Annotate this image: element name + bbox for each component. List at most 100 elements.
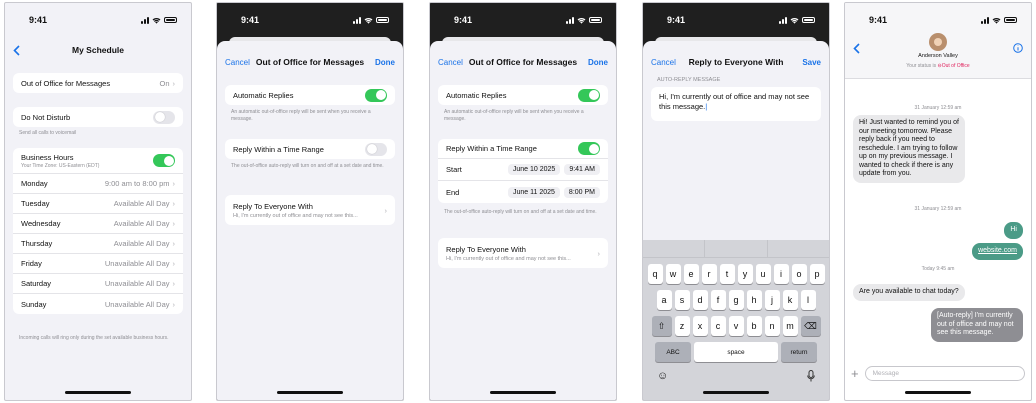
key-o[interactable]: o bbox=[791, 264, 807, 284]
info-icon[interactable] bbox=[1013, 43, 1023, 53]
status-bar: 9:41 bbox=[643, 3, 829, 37]
key-m[interactable]: m bbox=[782, 316, 798, 336]
key-y[interactable]: y bbox=[737, 264, 753, 284]
battery-icon bbox=[1004, 17, 1017, 23]
key-z[interactable]: z bbox=[674, 316, 690, 336]
day-row-saturday[interactable]: Saturday Unavailable All Day › bbox=[13, 274, 183, 294]
status-bar: 9:41 bbox=[5, 3, 191, 37]
cancel-button[interactable]: Cancel bbox=[438, 58, 463, 67]
day-row-thursday[interactable]: Thursday Available All Day › bbox=[13, 234, 183, 254]
day-row-friday[interactable]: Friday Unavailable All Day › bbox=[13, 254, 183, 274]
key-t[interactable]: t bbox=[719, 264, 735, 284]
battery-icon bbox=[164, 17, 177, 23]
key-j[interactable]: j bbox=[764, 290, 780, 310]
incoming-message[interactable]: Hi! Just wanted to remind you of our mee… bbox=[853, 115, 965, 183]
incoming-message[interactable]: Are you available to chat today? bbox=[853, 284, 965, 301]
return-key[interactable]: return bbox=[781, 342, 817, 362]
key-g[interactable]: g bbox=[728, 290, 744, 310]
wifi-icon bbox=[790, 17, 799, 24]
key-r[interactable]: r bbox=[701, 264, 717, 284]
done-button[interactable]: Done bbox=[588, 58, 608, 67]
sheet-nav: Cancel Out of Office for Messages Done bbox=[217, 49, 403, 75]
key-n[interactable]: n bbox=[764, 316, 780, 336]
time-range-row: Reply Within a Time Range bbox=[438, 139, 608, 159]
time-range-group: Reply Within a Time Range Start June 10 … bbox=[438, 139, 608, 203]
key-k[interactable]: k bbox=[782, 290, 798, 310]
business-hours-toggle[interactable] bbox=[153, 154, 175, 167]
auto-replies-note: An automatic out-of-office reply will be… bbox=[444, 109, 584, 122]
key-s[interactable]: s bbox=[674, 290, 690, 310]
day-row-monday[interactable]: Monday 9:00 am to 8:00 pm › bbox=[13, 174, 183, 194]
signal-icon bbox=[981, 16, 989, 24]
key-f[interactable]: f bbox=[710, 290, 726, 310]
key-a[interactable]: a bbox=[656, 290, 672, 310]
auto-replies-toggle[interactable] bbox=[365, 88, 387, 102]
auto-replies-toggle[interactable] bbox=[578, 88, 600, 102]
cancel-button[interactable]: Cancel bbox=[225, 58, 250, 67]
end-date-picker[interactable]: June 11 2025 bbox=[508, 186, 560, 198]
home-indicator bbox=[277, 391, 343, 394]
status-icons bbox=[981, 16, 1017, 24]
delete-icon[interactable]: ⌫ bbox=[800, 316, 821, 336]
save-button[interactable]: Save bbox=[802, 58, 821, 67]
done-button[interactable]: Done bbox=[375, 58, 395, 67]
phone-messages: 9:41 Anderson Valley Your status is ⊖Out… bbox=[844, 2, 1032, 401]
business-hours-label: Business Hours bbox=[21, 152, 74, 162]
time-range-toggle[interactable] bbox=[578, 142, 600, 155]
wifi-icon bbox=[364, 17, 373, 24]
auto-reply-message[interactable]: [Auto-reply] I'm currently out of office… bbox=[931, 308, 1023, 342]
key-p[interactable]: p bbox=[809, 264, 825, 284]
key-i[interactable]: i bbox=[773, 264, 789, 284]
microphone-icon[interactable] bbox=[807, 370, 815, 382]
key-x[interactable]: x bbox=[692, 316, 708, 336]
key-e[interactable]: e bbox=[683, 264, 699, 284]
outgoing-message[interactable]: Hi bbox=[1004, 222, 1023, 239]
day-row-tuesday[interactable]: Tuesday Available All Day › bbox=[13, 194, 183, 214]
message-input[interactable]: Message bbox=[864, 365, 1025, 381]
dnd-toggle[interactable] bbox=[153, 110, 175, 124]
key-u[interactable]: u bbox=[755, 264, 771, 284]
ooo-value: On › bbox=[159, 78, 176, 88]
key-w[interactable]: w bbox=[665, 264, 681, 284]
cancel-button[interactable]: Cancel bbox=[651, 58, 676, 67]
end-time-picker[interactable]: 8:00 PM bbox=[563, 186, 600, 198]
space-key[interactable]: space bbox=[694, 342, 778, 362]
start-date-picker[interactable]: June 10 2025 bbox=[507, 164, 561, 175]
key-l[interactable]: l bbox=[800, 290, 816, 310]
key-d[interactable]: d bbox=[692, 290, 708, 310]
wifi-icon bbox=[577, 17, 586, 24]
key-v[interactable]: v bbox=[728, 316, 744, 336]
keyboard-row-4: ABC space return bbox=[643, 342, 829, 362]
emoji-icon[interactable]: ☺ bbox=[657, 370, 668, 382]
key-b[interactable]: b bbox=[746, 316, 762, 336]
key-q[interactable]: q bbox=[647, 264, 663, 284]
back-chevron-icon[interactable] bbox=[13, 44, 20, 56]
ooo-row[interactable]: Out of Office for Messages On › bbox=[13, 73, 183, 93]
chevron-right-icon: › bbox=[172, 78, 176, 88]
abc-key[interactable]: ABC bbox=[655, 342, 691, 362]
shift-icon[interactable]: ⇧ bbox=[651, 316, 672, 336]
reply-everyone-row[interactable]: Reply To Everyone With Hi, I'm currently… bbox=[438, 238, 608, 268]
start-time-picker[interactable]: 9:41 AM bbox=[564, 164, 600, 175]
battery-icon bbox=[802, 17, 815, 23]
time-range-toggle[interactable] bbox=[365, 142, 387, 156]
key-h[interactable]: h bbox=[746, 290, 762, 310]
plus-icon[interactable]: + bbox=[851, 366, 859, 381]
time-range-label: Reply Within a Time Range bbox=[446, 144, 537, 153]
reply-preview: Hi, I'm currently out of office and may … bbox=[233, 212, 358, 219]
status-time: 9:41 bbox=[454, 15, 473, 25]
dnd-label: Do Not Disturb bbox=[21, 112, 71, 122]
time-range-row: Reply Within a Time Range bbox=[225, 139, 395, 159]
avatar[interactable] bbox=[929, 33, 947, 51]
key-c[interactable]: c bbox=[710, 316, 726, 336]
day-row-sunday[interactable]: Sunday Unavailable All Day › bbox=[13, 294, 183, 314]
dnd-note: Send all calls to voicemail bbox=[19, 130, 77, 136]
reply-everyone-label: Reply To Everyone With bbox=[233, 201, 313, 211]
business-hours-group: Business Hours Your Time Zone: US-Easter… bbox=[13, 148, 183, 314]
auto-reply-textarea[interactable]: Hi, I'm currently out of office and may … bbox=[651, 87, 821, 121]
battery-icon bbox=[589, 17, 602, 23]
contact-name[interactable]: Anderson Valley bbox=[845, 53, 1031, 59]
day-row-wednesday[interactable]: Wednesday Available All Day › bbox=[13, 214, 183, 234]
reply-everyone-row[interactable]: Reply To Everyone With Hi, I'm currently… bbox=[225, 195, 395, 225]
outgoing-link[interactable]: website.com bbox=[972, 243, 1023, 260]
